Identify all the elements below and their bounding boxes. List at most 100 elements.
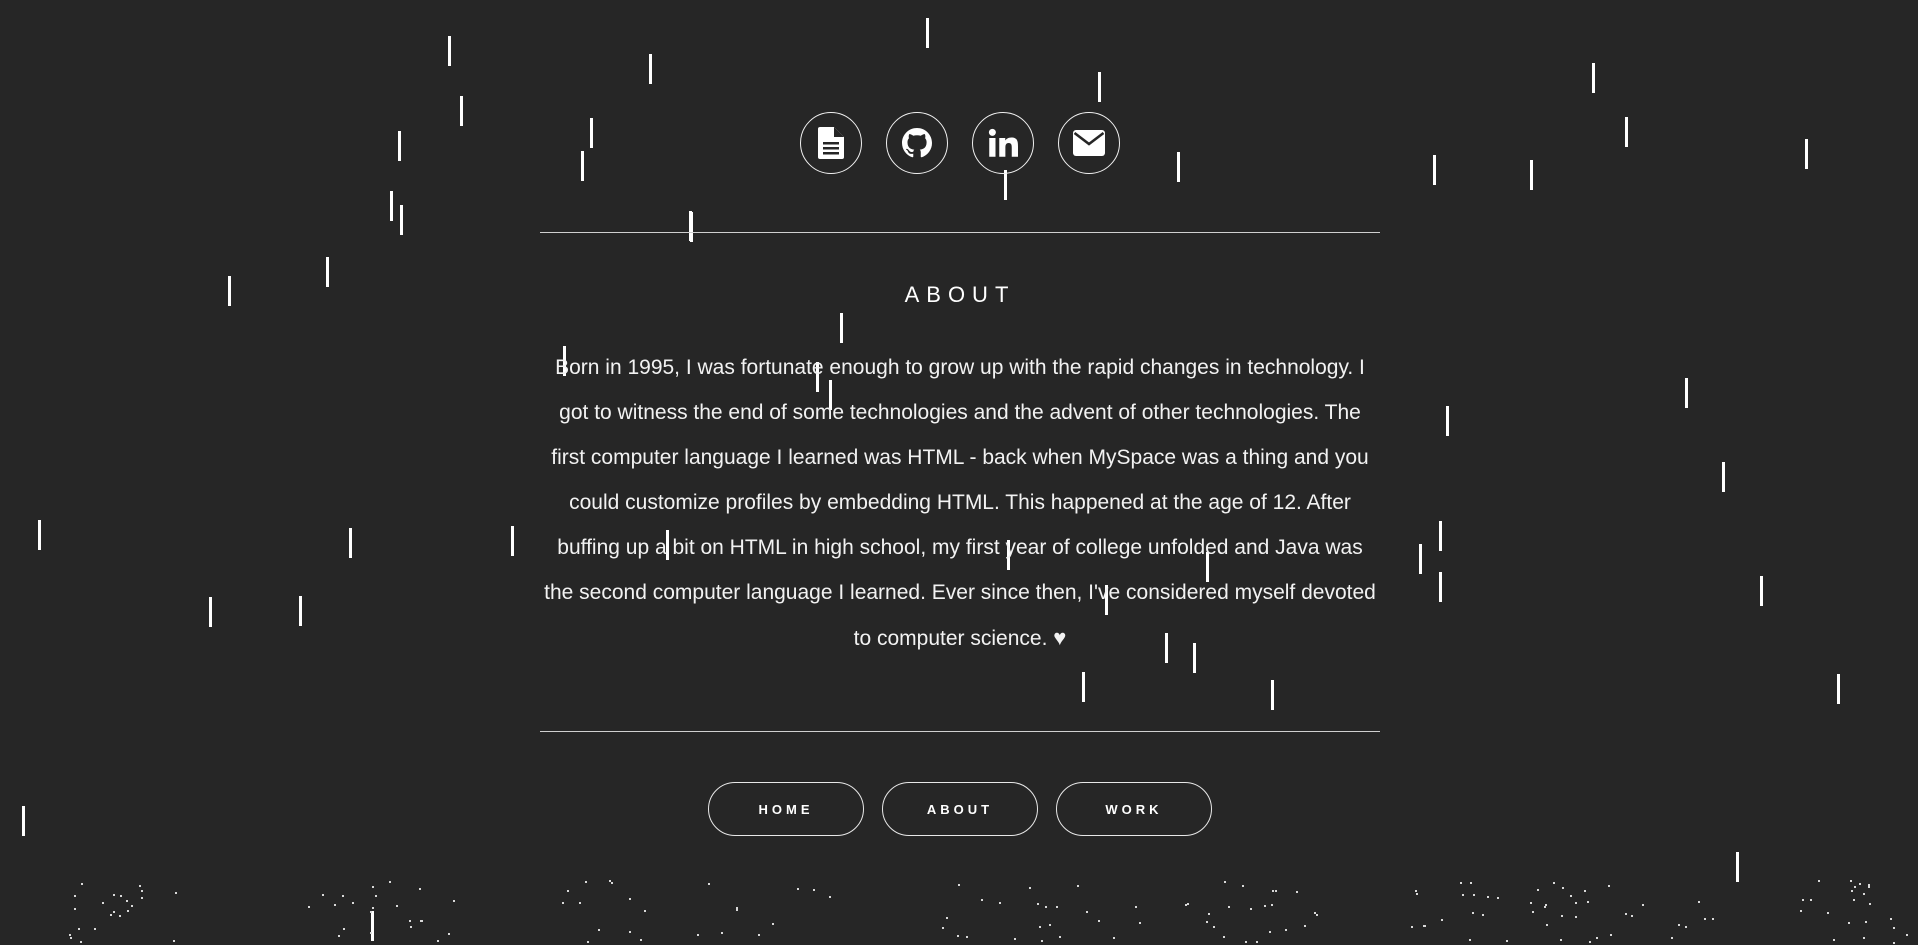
splash-speck	[1497, 897, 1499, 899]
splash-speck	[420, 920, 422, 922]
splash-speck	[1416, 893, 1418, 895]
rain-drop	[649, 54, 652, 84]
splash-speck	[410, 926, 412, 928]
splash-speck	[1213, 926, 1215, 928]
splash-speck	[1228, 906, 1230, 908]
splash-speck	[1589, 941, 1591, 943]
splash-speck	[372, 886, 374, 888]
splash-speck	[389, 881, 391, 883]
splash-speck	[1859, 883, 1861, 885]
linkedin-button[interactable]	[972, 112, 1034, 174]
rain-drop	[400, 205, 403, 235]
rain-drop	[1625, 117, 1628, 147]
splash-speck	[1610, 934, 1612, 936]
splash-speck	[1460, 882, 1462, 884]
splash-speck	[585, 881, 587, 883]
splash-speck	[1269, 931, 1271, 933]
rain-drop	[209, 597, 212, 627]
splash-speck	[1045, 906, 1047, 908]
splash-speck	[1833, 939, 1835, 941]
rain-drop	[1419, 544, 1422, 574]
splash-speck	[1584, 890, 1586, 892]
splash-speck	[131, 905, 133, 907]
splash-speck	[1139, 922, 1141, 924]
splash-speck	[829, 896, 831, 898]
splash-speck	[1544, 906, 1546, 908]
splash-speck	[1848, 922, 1850, 924]
splash-speck	[1049, 924, 1051, 926]
rain-drop	[349, 528, 352, 558]
nav-about-button[interactable]: ABOUT	[882, 782, 1038, 836]
splash-speck	[1223, 936, 1225, 938]
splash-speck	[1868, 886, 1870, 888]
splash-speck	[721, 932, 723, 934]
splash-speck	[1893, 942, 1895, 944]
email-button[interactable]	[1058, 112, 1120, 174]
splash-speck	[1800, 910, 1802, 912]
rain-drop	[38, 520, 41, 550]
splash-speck	[113, 894, 115, 896]
splash-speck	[1423, 925, 1425, 927]
nav-home-button[interactable]: HOME	[708, 782, 864, 836]
about-paragraph: Born in 1995, I was fortunate enough to …	[540, 345, 1380, 661]
rain-drop	[1433, 155, 1436, 185]
splash-speck	[370, 911, 372, 913]
splash-speck	[70, 937, 72, 939]
splash-speck	[81, 883, 83, 885]
rain-drop	[228, 276, 231, 306]
splash-speck	[981, 899, 983, 901]
nav-work-button[interactable]: WORK	[1056, 782, 1212, 836]
splash-speck	[78, 928, 80, 930]
splash-speck	[1851, 890, 1853, 892]
rain-drop	[398, 131, 401, 161]
rain-drop	[1446, 406, 1449, 436]
splash-speck	[1256, 941, 1258, 943]
rain-drop	[1837, 674, 1840, 704]
splash-speck	[1863, 893, 1865, 895]
splash-speck	[453, 900, 455, 902]
splash-speck	[708, 883, 710, 885]
splash-speck	[1415, 890, 1417, 892]
resume-button[interactable]	[800, 112, 862, 174]
about-body: Born in 1995, I was fortunate enough to …	[544, 356, 1376, 650]
splash-speck	[697, 934, 699, 936]
heart-icon: ♥	[1053, 625, 1067, 650]
splash-speck	[1441, 919, 1443, 921]
splash-speck	[1482, 914, 1484, 916]
splash-speck	[139, 885, 141, 887]
rain-drop	[22, 806, 25, 836]
splash-speck	[640, 939, 642, 941]
splash-speck	[419, 888, 421, 890]
splash-speck	[1245, 941, 1247, 943]
github-button[interactable]	[886, 112, 948, 174]
splash-speck	[1608, 885, 1610, 887]
splash-speck	[644, 910, 646, 912]
splash-speck	[343, 928, 345, 930]
splash-speck	[1272, 890, 1274, 892]
splash-speck	[813, 889, 815, 891]
splash-speck	[598, 929, 600, 931]
splash-speck	[1424, 925, 1426, 927]
splash-speck	[1056, 906, 1058, 908]
splash-speck	[1224, 881, 1226, 883]
splash-speck	[334, 904, 336, 906]
section-title: ABOUT	[904, 282, 1016, 307]
rain-drop	[1760, 576, 1763, 606]
splash-speck	[1316, 914, 1318, 916]
rain-drop	[390, 191, 393, 221]
splash-speck	[1575, 902, 1577, 904]
splash-speck	[80, 941, 82, 943]
splash-speck	[342, 895, 344, 897]
splash-speck	[797, 888, 799, 890]
splash-speck	[120, 895, 122, 897]
rain-drop	[460, 96, 463, 126]
splash-speck	[173, 940, 175, 942]
splash-speck	[946, 917, 948, 919]
splash-speck	[141, 897, 143, 899]
splash-speck	[1865, 921, 1867, 923]
rain-drop	[690, 212, 693, 242]
splash-speck	[1314, 912, 1316, 914]
splash-speck	[1208, 913, 1210, 915]
splash-speck	[102, 902, 104, 904]
linkedin-icon	[988, 128, 1018, 157]
